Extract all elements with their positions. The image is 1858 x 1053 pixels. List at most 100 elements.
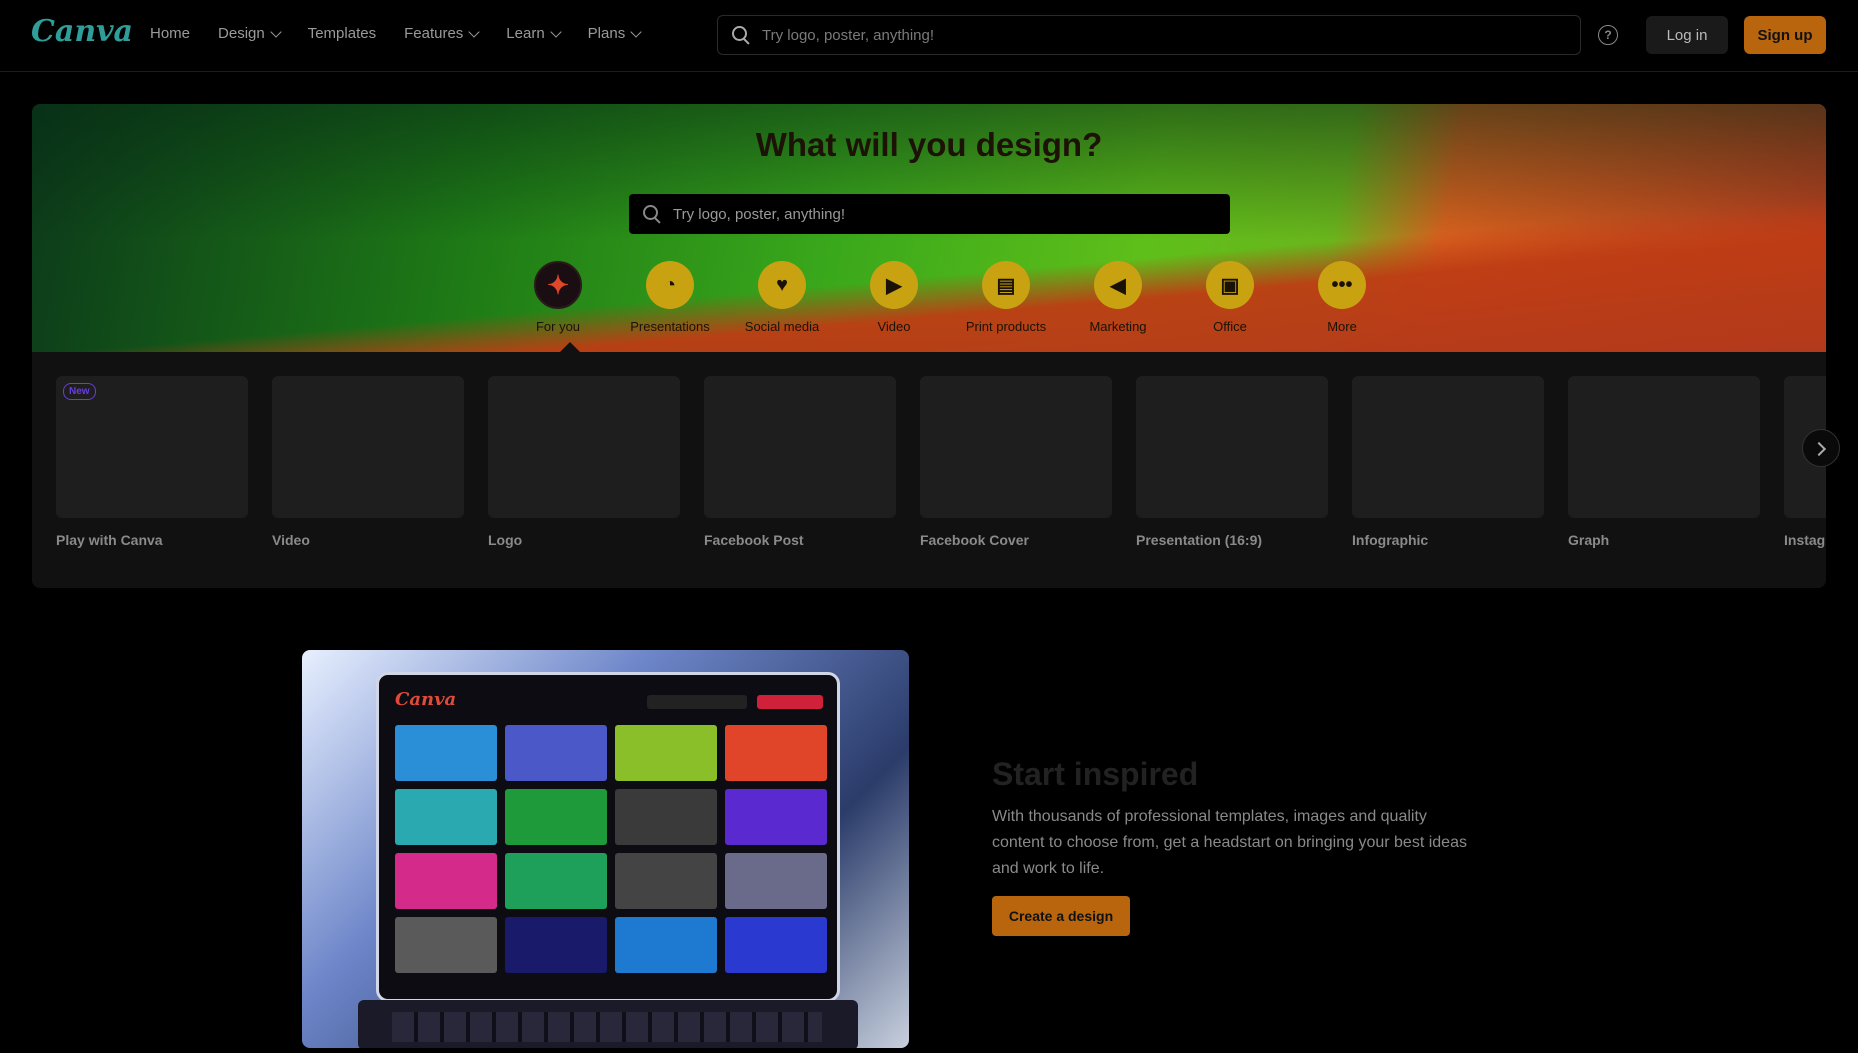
tile-label: Logo (488, 532, 523, 548)
category-marketing[interactable]: ◀ Marketing (1062, 261, 1174, 334)
category-more[interactable]: ••• More (1286, 261, 1398, 334)
top-search-input[interactable] (760, 25, 1580, 45)
printer-icon: ▤ (996, 274, 1016, 297)
chevron-down-icon (550, 25, 562, 38)
tile-label: Presentation (16:9) (1136, 532, 1263, 548)
search-icon (732, 26, 750, 44)
create-design-button[interactable]: Create a design (992, 896, 1130, 936)
tile-graph[interactable]: Graph (1568, 376, 1760, 548)
tile-thumbnail (488, 376, 680, 518)
nav-home[interactable]: Home (150, 25, 190, 42)
promo-description: With thousands of professional templates… (992, 808, 1467, 877)
tile-video[interactable]: Video (272, 376, 464, 548)
category-video[interactable]: ▶ Video (838, 261, 950, 334)
template-thumb (615, 725, 717, 781)
tile-facebook-post[interactable]: Facebook Post (704, 376, 896, 548)
briefcase-icon: ▣ (1220, 274, 1240, 297)
nav-plans[interactable]: Plans (587, 25, 642, 42)
category-print-circle: ▤ (982, 261, 1030, 309)
template-thumb (505, 725, 607, 781)
category-label: More (1327, 319, 1357, 334)
laptop-search (647, 695, 747, 709)
tile-label: Graph (1568, 532, 1610, 548)
laptop-canva-logo: Canva (395, 689, 457, 710)
nav-home-label: Home (150, 25, 191, 42)
tile-thumbnail (704, 376, 896, 518)
top-search-bar[interactable] (717, 15, 1581, 55)
nav-templates[interactable]: Templates (308, 25, 376, 42)
category-video-circle: ▶ (870, 261, 918, 309)
tile-label: Facebook Cover (920, 532, 1029, 548)
category-label: Presentations (630, 319, 710, 334)
category-print-products[interactable]: ▤ Print products (950, 261, 1062, 334)
nav-design-label: Design (218, 25, 265, 42)
template-thumb (725, 917, 827, 973)
category-label: Marketing (1089, 319, 1147, 334)
nav-templates-label: Templates (307, 25, 377, 42)
tile-presentation[interactable]: Presentation (16:9) (1136, 376, 1328, 548)
category-social-media[interactable]: ♥ Social media (726, 261, 838, 334)
new-badge: New (63, 383, 96, 400)
nav-features-label: Features (404, 25, 464, 42)
nav-features[interactable]: Features (404, 25, 480, 42)
template-thumb (505, 853, 607, 909)
tile-thumbnail (920, 376, 1112, 518)
tile-play-with-canva[interactable]: New Play with Canva (56, 376, 248, 548)
nav-design[interactable]: Design (218, 25, 282, 42)
presentation-icon: ◔ (663, 273, 677, 296)
template-thumb (395, 853, 497, 909)
category-presentations-circle: ◔ (646, 261, 694, 309)
chevron-down-icon (270, 25, 282, 38)
hero-banner: What will you design? ✦ For you ◔ Presen… (32, 104, 1826, 352)
heart-chat-icon: ♥ (776, 273, 788, 296)
carousel-tiles: New Play with Canva Video Logo Facebook … (56, 376, 1826, 548)
category-for-you[interactable]: ✦ For you (502, 261, 614, 334)
tile-label: Infographic (1352, 532, 1429, 548)
category-for-you-circle: ✦ (534, 261, 582, 309)
more-dots-icon: ••• (1331, 273, 1353, 296)
template-thumb (725, 789, 827, 845)
category-label: For you (535, 319, 581, 334)
category-more-circle: ••• (1318, 261, 1366, 309)
chevron-down-icon (630, 25, 642, 38)
category-office-circle: ▣ (1206, 261, 1254, 309)
tile-label: Instag (1784, 532, 1826, 548)
tile-infographic[interactable]: Infographic (1352, 376, 1544, 548)
tile-label: Facebook Post (704, 532, 804, 548)
nav-learn-label: Learn (506, 25, 545, 42)
canva-logo[interactable]: Canva (31, 14, 133, 49)
login-button[interactable]: Log in (1646, 16, 1728, 54)
active-category-caret (560, 342, 580, 352)
category-marketing-circle: ◀ (1094, 261, 1142, 309)
template-thumb (505, 789, 607, 845)
promo-laptop-image: Canva (302, 650, 909, 1048)
search-icon (643, 205, 661, 223)
hero-search-input[interactable] (671, 204, 1230, 224)
category-row: ✦ For you ◔ Presentations ♥ Social media… (502, 261, 1398, 334)
hero-search-bar[interactable] (629, 194, 1230, 234)
tile-thumbnail: New (56, 376, 248, 518)
promo-title: Start inspired (992, 756, 1199, 792)
laptop-keys (392, 1012, 822, 1042)
tile-logo[interactable]: Logo (488, 376, 680, 548)
template-thumb (725, 725, 827, 781)
laptop-screen: Canva (376, 672, 840, 1002)
tile-thumbnail (1136, 376, 1328, 518)
tile-facebook-cover[interactable]: Facebook Cover (920, 376, 1112, 548)
category-label: Print products (965, 319, 1047, 334)
category-office[interactable]: ▣ Office (1174, 261, 1286, 334)
signup-button[interactable]: Sign up (1744, 16, 1826, 54)
template-thumb (725, 853, 827, 909)
nav-learn[interactable]: Learn (506, 25, 562, 42)
tile-label: Video (272, 532, 310, 548)
carousel-next-button[interactable] (1802, 429, 1840, 467)
video-camera-icon: ▶ (886, 274, 902, 297)
megaphone-icon: ◀ (1110, 274, 1126, 297)
template-thumb (505, 917, 607, 973)
category-presentations[interactable]: ◔ Presentations (614, 261, 726, 334)
top-nav: Canva Home Design Templates Features Lea… (0, 0, 1858, 72)
help-icon[interactable]: ? (1598, 25, 1618, 45)
category-label: Social media (744, 319, 820, 334)
template-grid (395, 725, 827, 973)
nav-plans-label: Plans (587, 25, 626, 42)
